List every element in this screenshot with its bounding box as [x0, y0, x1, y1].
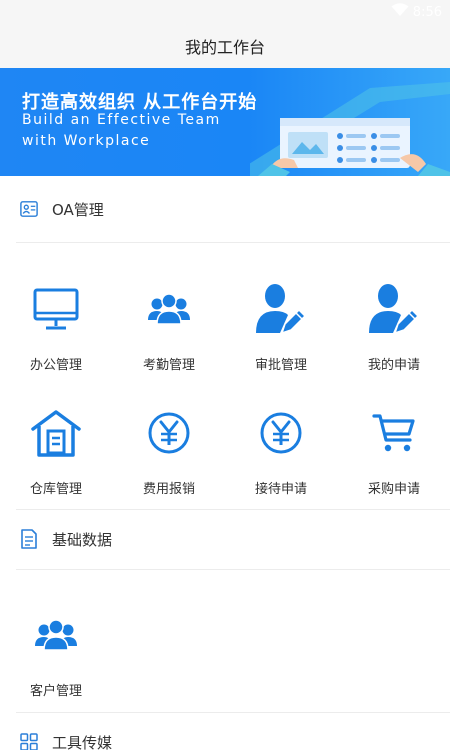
tile-office-management[interactable]: 办公管理 — [0, 282, 112, 373]
tile-purchase-application[interactable]: 采购申请 — [338, 406, 450, 497]
monitor-icon — [29, 282, 83, 336]
tile-expense-reimbursement[interactable]: 费用报销 — [113, 406, 225, 497]
tile-label: 费用报销 — [142, 482, 195, 497]
tile-label: 采购申请 — [367, 482, 420, 497]
banner-headline: 打造高效组织 从工作台开始 — [22, 92, 258, 113]
tile-label: 仓库管理 — [29, 482, 82, 497]
id-card-icon — [20, 200, 38, 218]
cart-icon — [367, 406, 421, 460]
status-time: 8:56 — [412, 4, 442, 20]
section-basic-data-header: 基础数据 — [0, 506, 450, 572]
tile-label: 办公管理 — [29, 358, 82, 373]
tile-attendance-management[interactable]: 考勤管理 — [113, 282, 225, 373]
tile-customer-management[interactable]: 客户管理 — [0, 608, 112, 699]
group-icon — [29, 608, 83, 662]
divider — [16, 242, 450, 243]
tile-reception-application[interactable]: 接待申请 — [225, 406, 337, 497]
tile-label: 客户管理 — [29, 684, 82, 699]
section-tools-media-title: 工具传媒 — [52, 733, 113, 750]
workplace-banner[interactable]: 打造高效组织 从工作台开始 Build an Effective Team wi… — [0, 68, 450, 176]
tile-label: 审批管理 — [254, 358, 307, 373]
tile-approval-management[interactable]: 审批管理 — [225, 282, 337, 373]
apps-grid-icon — [20, 733, 38, 750]
user-edit-icon — [367, 282, 421, 336]
tile-warehouse-management[interactable]: 仓库管理 — [0, 406, 112, 497]
user-edit-icon — [254, 282, 308, 336]
workplace-illustration — [250, 82, 450, 176]
status-bar: 8:56 — [0, 0, 450, 24]
tile-label: 我的申请 — [367, 358, 420, 373]
wifi-icon — [391, 3, 409, 21]
section-oa-title: OA管理 — [52, 200, 104, 219]
document-icon — [20, 529, 38, 549]
page-title: 我的工作台 — [184, 38, 265, 57]
banner-subtitle-2: with Workplace — [22, 133, 151, 149]
section-tools-media-header: 工具传媒 — [0, 710, 450, 750]
section-oa-header: OA管理 — [0, 176, 450, 242]
divider — [16, 569, 450, 570]
yen-circle-icon — [254, 406, 308, 460]
tile-label: 考勤管理 — [142, 358, 195, 373]
tile-my-applications[interactable]: 我的申请 — [338, 282, 450, 373]
warehouse-icon — [29, 406, 83, 460]
banner-subtitle-1: Build an Effective Team — [22, 112, 221, 128]
yen-circle-icon — [142, 406, 196, 460]
title-bar: 我的工作台 — [0, 24, 450, 68]
tile-label: 接待申请 — [254, 482, 307, 497]
section-basic-data-title: 基础数据 — [52, 530, 113, 549]
group-icon — [142, 282, 196, 336]
